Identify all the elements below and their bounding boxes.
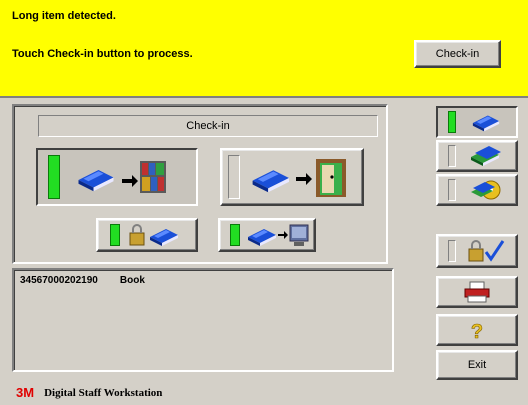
- checkin-book-to-door-button[interactable]: [220, 148, 364, 206]
- active-indicator: [448, 111, 456, 133]
- message-line-2: Touch Check-in button to process.: [12, 48, 193, 60]
- lock-book-icon: [128, 223, 184, 247]
- active-indicator: [230, 224, 240, 246]
- inactive-indicator: [228, 155, 240, 199]
- item-id: 34567000202190: [20, 275, 98, 286]
- message-bar: Long item detected. Touch Check-in butto…: [0, 0, 528, 98]
- receipt-printer-button[interactable]: [436, 276, 518, 308]
- svg-text:?: ?: [471, 321, 483, 342]
- printer-icon: [438, 280, 516, 304]
- book-to-terminal-button[interactable]: [218, 218, 316, 252]
- mode-panel: Check-in: [12, 104, 388, 264]
- list-item[interactable]: 34567000202190 Book: [20, 275, 145, 286]
- mode-title: Check-in: [38, 115, 378, 137]
- lock-book-button[interactable]: [96, 218, 198, 252]
- single-book-button[interactable]: [436, 106, 518, 138]
- book-to-shelf-icon: [74, 157, 170, 197]
- lock-check-button[interactable]: [436, 234, 518, 268]
- book-to-door-icon: [250, 155, 354, 199]
- active-indicator: [110, 224, 120, 246]
- footer: 3M Digital Staff Workstation: [0, 380, 528, 405]
- check-in-button[interactable]: Check-in: [414, 40, 501, 68]
- active-indicator: [48, 155, 60, 199]
- product-name: Digital Staff Workstation: [44, 386, 163, 399]
- inactive-indicator: [448, 179, 456, 201]
- inactive-indicator: [448, 145, 456, 167]
- exit-button[interactable]: Exit: [436, 350, 518, 380]
- blue-book-icon: [456, 111, 516, 133]
- book-to-terminal-icon: [246, 222, 310, 248]
- mixed-media-button[interactable]: [436, 174, 518, 206]
- inactive-indicator: [448, 240, 456, 262]
- green-books-icon: [456, 145, 516, 167]
- green-books-button[interactable]: [436, 140, 518, 172]
- help-button[interactable]: ?: [436, 314, 518, 346]
- mixed-media-icon: [456, 179, 516, 201]
- brand-logo: 3M: [16, 385, 35, 400]
- checkin-book-to-shelf-button[interactable]: [36, 148, 198, 206]
- question-icon: ?: [438, 318, 516, 342]
- message-line-1: Long item detected.: [12, 10, 116, 22]
- item-list[interactable]: 34567000202190 Book: [12, 268, 394, 372]
- item-type: Book: [119, 275, 145, 286]
- lock-check-icon: [456, 238, 516, 264]
